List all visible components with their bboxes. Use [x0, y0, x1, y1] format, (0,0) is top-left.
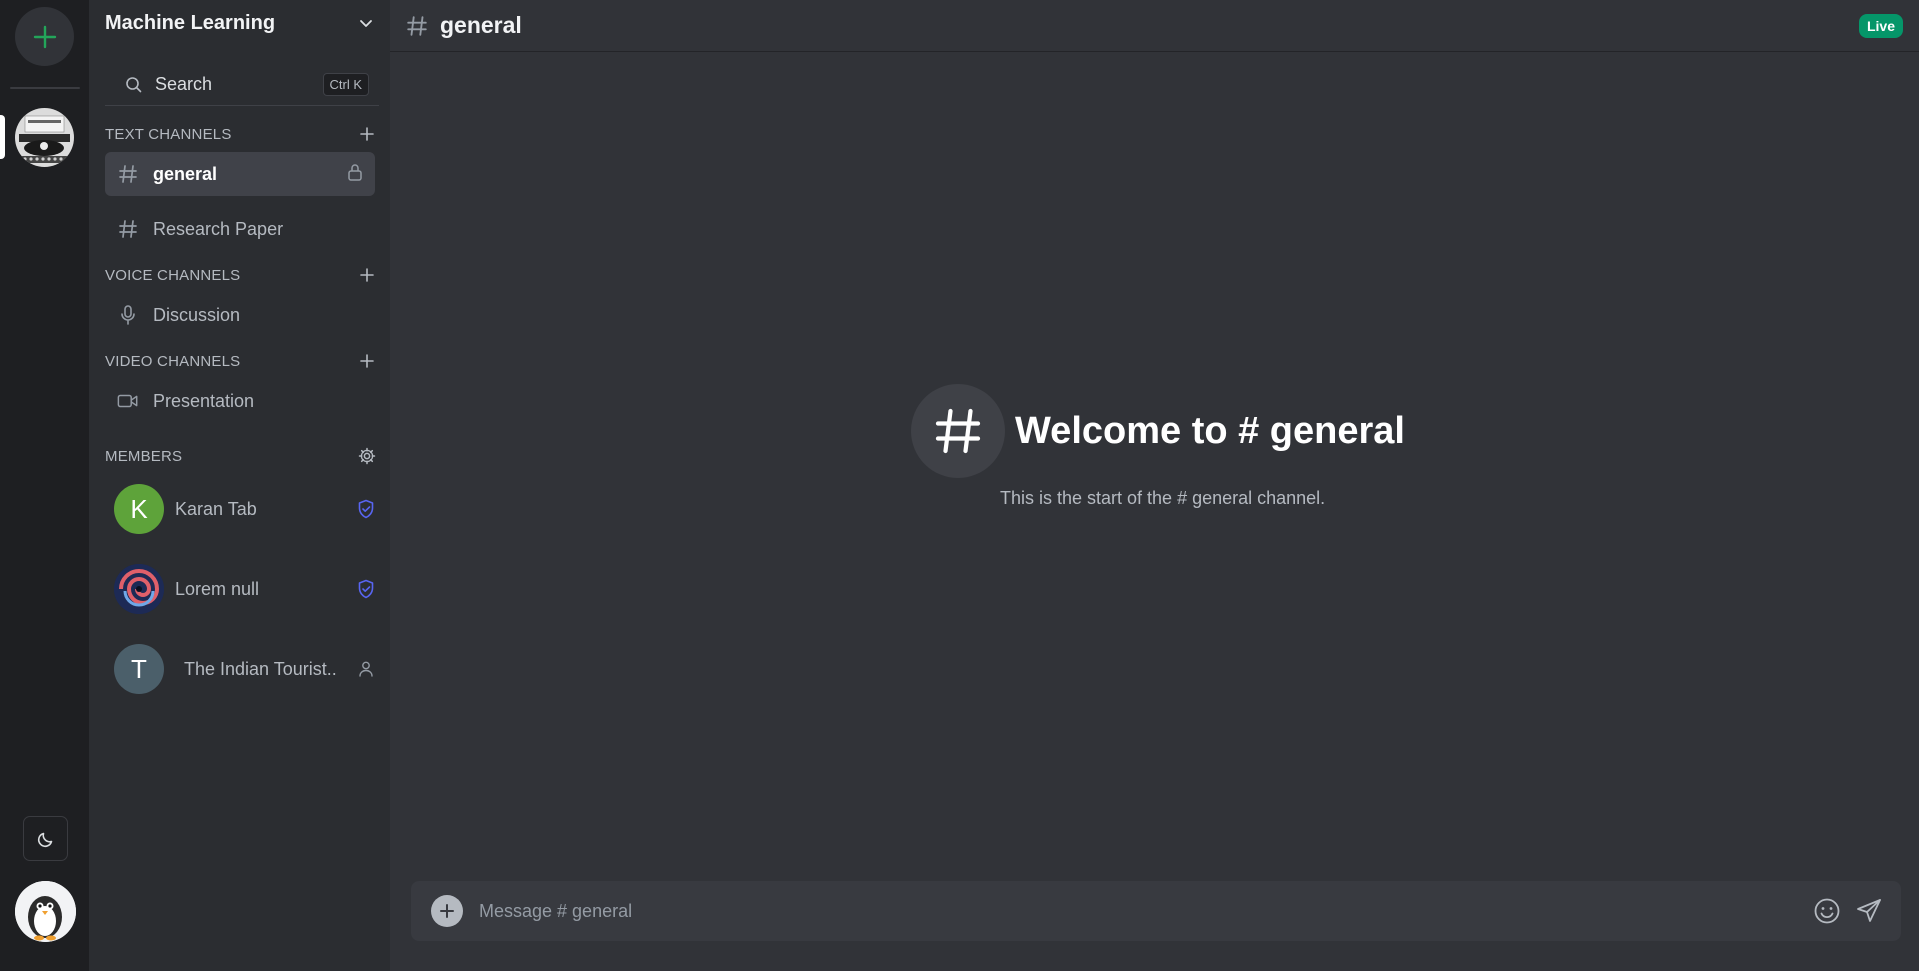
channel-research-paper[interactable]: Research Paper — [105, 207, 375, 251]
members-section: MEMBERS — [89, 443, 390, 469]
video-channels-title: VIDEO CHANNELS — [105, 352, 241, 370]
channel-title: general — [440, 12, 522, 38]
swirl-avatar-icon — [114, 564, 164, 614]
active-server-indicator — [0, 115, 5, 159]
channel-label: Presentation — [153, 390, 255, 411]
channel-general[interactable]: general — [105, 152, 375, 196]
welcome-subtitle: This is the start of the # general chann… — [1000, 488, 1326, 508]
message-input[interactable] — [479, 900, 1801, 922]
channel-label: Research Paper — [153, 218, 284, 239]
rail-divider — [10, 87, 80, 89]
microphone-icon — [117, 304, 139, 326]
server-rail — [0, 0, 89, 971]
shield-check-icon — [356, 579, 376, 599]
member-lorem-null[interactable]: Lorem null — [89, 549, 390, 629]
live-badge: Live — [1858, 13, 1903, 38]
chevron-down-icon — [360, 20, 372, 27]
typewriter-image-icon — [15, 108, 74, 167]
channel-header: general Live — [390, 0, 1919, 52]
smiley-icon — [1814, 898, 1840, 924]
send-icon — [1857, 899, 1881, 922]
manage-members-button[interactable] — [358, 447, 376, 465]
hash-icon — [117, 218, 139, 240]
gear-icon — [358, 447, 376, 465]
search-label: Search — [155, 74, 213, 94]
hash-icon — [406, 15, 428, 37]
video-camera-icon — [117, 390, 139, 412]
user-icon — [356, 659, 376, 679]
avatar — [114, 564, 164, 614]
welcome-title: Welcome to # general — [1015, 409, 1405, 452]
member-name: The Indian Tourist.. — [184, 658, 337, 679]
user-avatar[interactable] — [15, 881, 76, 942]
shield-check-icon — [356, 499, 376, 519]
avatar-initial: K — [130, 493, 148, 524]
send-button[interactable] — [1853, 895, 1885, 927]
welcome-banner: Welcome to # general — [911, 384, 1405, 478]
search-button[interactable]: Search Ctrl K — [105, 64, 379, 106]
chat-main: general Live Welcome to # general This i… — [390, 0, 1919, 971]
members-title: MEMBERS — [105, 447, 183, 465]
moon-icon — [37, 832, 52, 847]
plus-icon — [33, 25, 56, 48]
plus-icon — [360, 354, 374, 368]
hash-icon — [911, 384, 1005, 478]
avatar: T — [114, 644, 164, 694]
channel-label: Discussion — [153, 304, 241, 325]
plus-icon — [440, 904, 454, 918]
message-composer — [411, 881, 1901, 941]
server-icon-machine-learning[interactable] — [15, 108, 74, 167]
hash-icon — [117, 163, 139, 185]
add-text-channel-button[interactable] — [358, 125, 376, 143]
server-header[interactable]: Machine Learning — [89, 0, 390, 46]
channel-discussion[interactable]: Discussion — [105, 293, 375, 337]
member-name: Karan Tab — [175, 498, 257, 519]
lock-icon — [347, 163, 363, 186]
penguin-avatar-icon — [15, 881, 76, 942]
channel-presentation[interactable]: Presentation — [105, 379, 375, 423]
attach-button[interactable] — [431, 895, 463, 927]
server-name: Machine Learning — [105, 11, 276, 34]
add-voice-channel-button[interactable] — [358, 266, 376, 284]
plus-icon — [360, 127, 374, 141]
add-video-channel-button[interactable] — [358, 352, 376, 370]
search-shortcut-badge: Ctrl K — [322, 73, 369, 96]
avatar: K — [114, 484, 164, 534]
plus-icon — [360, 268, 374, 282]
channel-label: general — [153, 163, 218, 184]
emoji-button[interactable] — [1811, 895, 1843, 927]
member-karan-tab[interactable]: K Karan Tab — [89, 469, 390, 549]
channel-sidebar: Machine Learning Search Ctrl K TEXT CHAN… — [89, 0, 390, 971]
add-server-button[interactable] — [15, 7, 74, 66]
theme-toggle-button[interactable] — [23, 816, 68, 861]
avatar-initial: T — [131, 653, 147, 684]
member-name: Lorem null — [175, 578, 260, 599]
member-the-indian-tourist[interactable]: T The Indian Tourist.. — [89, 629, 390, 709]
text-channels-section: TEXT CHANNELS — [89, 121, 390, 147]
video-channels-section: VIDEO CHANNELS — [89, 348, 390, 374]
search-icon — [126, 76, 142, 92]
voice-channels-title: VOICE CHANNELS — [105, 266, 241, 284]
text-channels-title: TEXT CHANNELS — [105, 125, 232, 143]
voice-channels-section: VOICE CHANNELS — [89, 262, 390, 288]
